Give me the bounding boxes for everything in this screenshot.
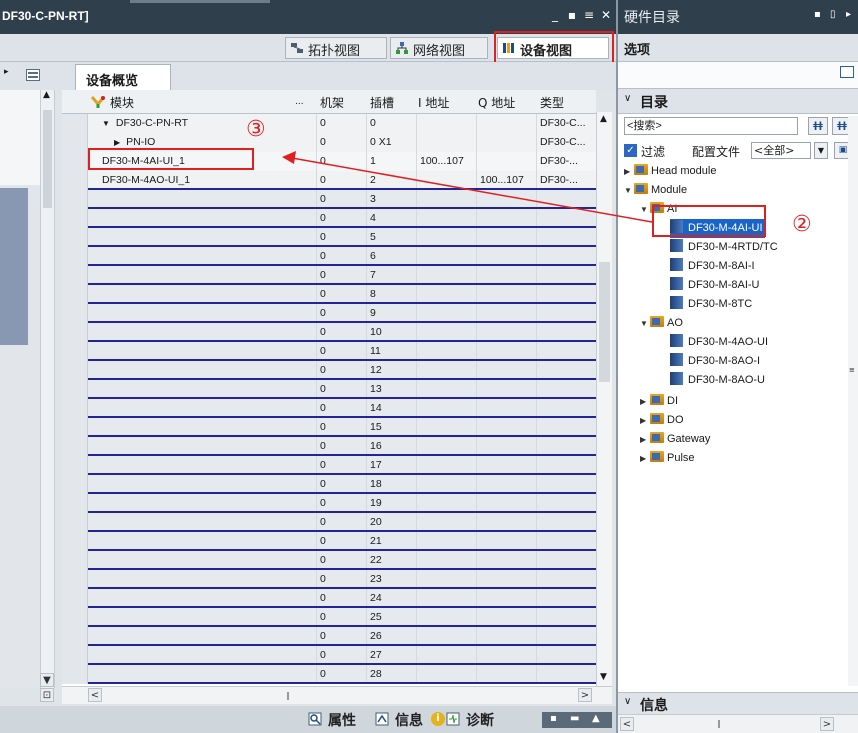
annotation-arrow-head: [282, 151, 296, 164]
annotation-arrow-layer: [282, 151, 653, 223]
annotation-arrow-line: [291, 157, 653, 223]
